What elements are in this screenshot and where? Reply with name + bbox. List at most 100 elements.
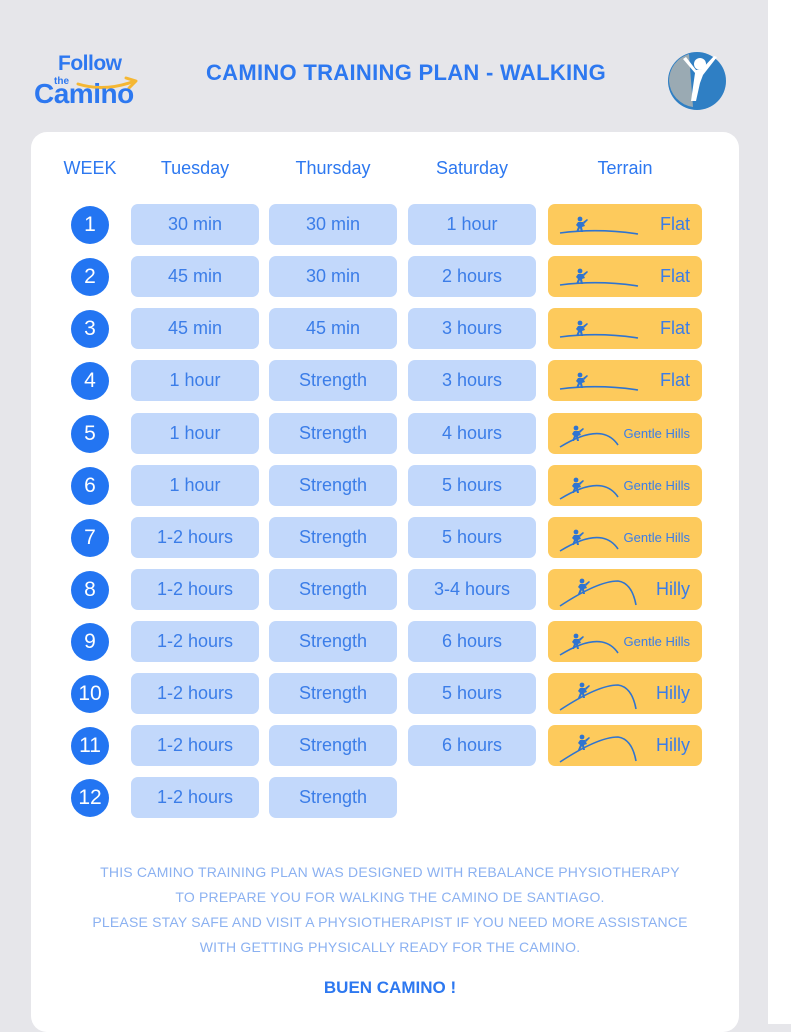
tuesday-cell: 45 min <box>131 256 259 297</box>
terrain-label: Gentle Hills <box>623 530 690 545</box>
week-number-badge: 2 <box>71 258 109 296</box>
tuesday-cell: 1-2 hours <box>131 673 259 714</box>
terrain-cell: Hilly <box>548 725 702 766</box>
saturday-cell: 3 hours <box>408 360 536 401</box>
table-row: 2 45 min 30 min 2 hours Flat <box>0 256 791 298</box>
tuesday-cell: 30 min <box>131 204 259 245</box>
page-title: CAMINO TRAINING PLAN - WALKING <box>205 60 607 85</box>
table-row: 9 1-2 hours Strength 6 hours Gentle Hills <box>0 621 791 663</box>
week-number-badge: 7 <box>71 519 109 557</box>
footer-line: WITH GETTING PHYSICALLY READY FOR THE CA… <box>199 939 581 955</box>
thursday-cell: 30 min <box>269 256 397 297</box>
terrain-label: Hilly <box>656 579 690 599</box>
physiotherapy-logo-icon <box>668 52 726 110</box>
saturday-cell: 5 hours <box>408 517 536 558</box>
terrain-label: Flat <box>659 214 690 234</box>
table-row: 11 1-2 hours Strength 6 hours Hilly <box>0 725 791 767</box>
terrain-label: Gentle Hills <box>623 478 690 493</box>
tuesday-cell: 1 hour <box>131 465 259 506</box>
week-number-badge: 9 <box>71 623 109 661</box>
follow-the-camino-logo: Follow the Camino <box>34 50 154 109</box>
terrain-label: Gentle Hills <box>623 634 690 649</box>
tuesday-cell: 1-2 hours <box>131 569 259 610</box>
thursday-cell: Strength <box>269 673 397 714</box>
terrain-cell: Flat <box>548 308 702 349</box>
tuesday-cell: 1 hour <box>131 413 259 454</box>
thursday-cell: 30 min <box>269 204 397 245</box>
terrain-cell: Gentle Hills <box>548 413 702 454</box>
table-row: 7 1-2 hours Strength 5 hours Gentle Hills <box>0 517 791 559</box>
saturday-cell: 6 hours <box>408 621 536 662</box>
terrain-cell: Flat <box>548 256 702 297</box>
table-row: 12 1-2 hours Strength <box>0 777 791 819</box>
buen-camino-signoff: BUEN CAMINO ! <box>323 978 457 997</box>
flat-walker-icon <box>559 372 639 391</box>
saturday-cell: 5 hours <box>408 673 536 714</box>
logo-camino-text: Camino <box>34 78 134 109</box>
terrain-cell: Hilly <box>548 673 702 714</box>
terrain-cell: Gentle Hills <box>548 517 702 558</box>
terrain-label: Flat <box>659 266 690 286</box>
saturday-cell: 4 hours <box>408 413 536 454</box>
terrain-cell: Hilly <box>548 569 702 610</box>
table-row: 10 1-2 hours Strength 5 hours Hilly <box>0 673 791 715</box>
saturday-cell: 6 hours <box>408 725 536 766</box>
flat-walker-icon <box>559 216 639 235</box>
week-number-badge: 8 <box>71 571 109 609</box>
logo-follow-text: Follow <box>58 52 122 75</box>
header-saturday: Saturday <box>435 158 509 178</box>
terrain-label: Flat <box>659 370 690 390</box>
tuesday-cell: 45 min <box>131 308 259 349</box>
thursday-cell: Strength <box>269 517 397 558</box>
terrain-label: Gentle Hills <box>623 426 690 441</box>
terrain-label: Flat <box>659 318 690 338</box>
table-row: 5 1 hour Strength 4 hours Gentle Hills <box>0 413 791 455</box>
saturday-cell: 1 hour <box>408 204 536 245</box>
week-number-badge: 4 <box>71 362 109 400</box>
week-number-badge: 5 <box>71 415 109 453</box>
week-number-badge: 3 <box>71 310 109 348</box>
hill-walker-icon <box>559 578 637 607</box>
week-number-badge: 12 <box>71 779 109 817</box>
flat-walker-icon <box>559 268 639 287</box>
tuesday-cell: 1-2 hours <box>131 517 259 558</box>
terrain-cell: Gentle Hills <box>548 621 702 662</box>
header-week: WEEK <box>63 158 117 178</box>
table-row: 3 45 min 45 min 3 hours Flat <box>0 308 791 350</box>
table-row: 1 30 min 30 min 1 hour Flat <box>0 204 791 246</box>
tuesday-cell: 1-2 hours <box>131 621 259 662</box>
week-number-badge: 6 <box>71 467 109 505</box>
tuesday-cell: 1 hour <box>131 360 259 401</box>
header-tuesday: Tuesday <box>160 158 230 178</box>
table-row: 4 1 hour Strength 3 hours Flat <box>0 360 791 402</box>
thursday-cell: Strength <box>269 360 397 401</box>
saturday-cell: 3 hours <box>408 308 536 349</box>
saturday-cell: 5 hours <box>408 465 536 506</box>
flat-walker-icon <box>559 320 639 339</box>
saturday-cell: 3-4 hours <box>408 569 536 610</box>
header-thursday: Thursday <box>295 158 371 178</box>
terrain-cell: Flat <box>548 204 702 245</box>
thursday-cell: Strength <box>269 569 397 610</box>
tuesday-cell: 1-2 hours <box>131 777 259 818</box>
terrain-label: Hilly <box>656 683 690 703</box>
table-header: WEEK Tuesday Thursday Saturday Terrain <box>0 158 791 182</box>
thursday-cell: Strength <box>269 777 397 818</box>
terrain-cell: Gentle Hills <box>548 465 702 506</box>
footer-line: THIS CAMINO TRAINING PLAN WAS DESIGNED W… <box>100 864 680 880</box>
terrain-label: Hilly <box>656 735 690 755</box>
table-row: 6 1 hour Strength 5 hours Gentle Hills <box>0 465 791 507</box>
tuesday-cell: 1-2 hours <box>131 725 259 766</box>
hill-walker-icon <box>559 734 637 763</box>
thursday-cell: 45 min <box>269 308 397 349</box>
header-terrain: Terrain <box>597 158 653 178</box>
saturday-cell: 2 hours <box>408 256 536 297</box>
footer-disclaimer: THIS CAMINO TRAINING PLAN WAS DESIGNED W… <box>40 860 740 960</box>
footer-line: PLEASE STAY SAFE AND VISIT A PHYSIOTHERA… <box>92 914 688 930</box>
hill-walker-icon <box>559 682 637 711</box>
week-number-badge: 10 <box>71 675 109 713</box>
thursday-cell: Strength <box>269 725 397 766</box>
thursday-cell: Strength <box>269 465 397 506</box>
thursday-cell: Strength <box>269 621 397 662</box>
table-row: 8 1-2 hours Strength 3-4 hours Hilly <box>0 569 791 611</box>
